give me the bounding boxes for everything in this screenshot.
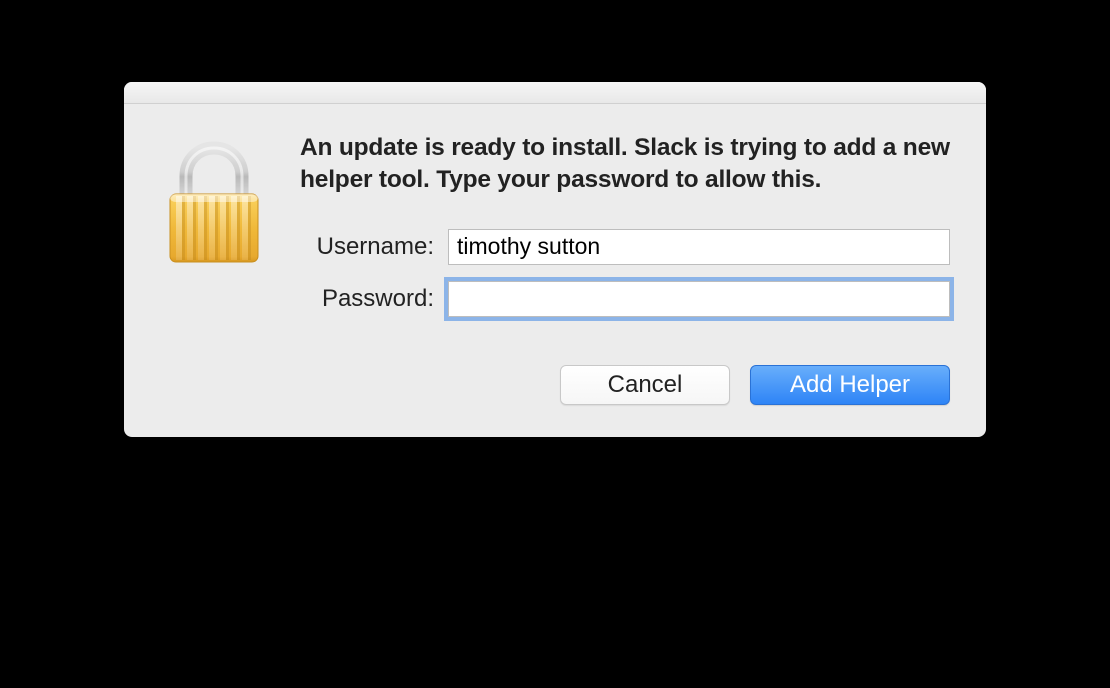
dialog-message: An update is ready to install. Slack is … bbox=[300, 132, 950, 197]
dialog-buttons: Cancel Add Helper bbox=[300, 365, 950, 405]
username-field[interactable] bbox=[448, 229, 950, 265]
username-input-wrapper bbox=[448, 229, 950, 265]
cancel-button[interactable]: Cancel bbox=[560, 365, 730, 405]
username-label: Username: bbox=[300, 233, 448, 261]
password-row: Password: bbox=[300, 281, 950, 317]
password-field[interactable] bbox=[448, 281, 950, 317]
dialog-titlebar bbox=[124, 82, 986, 104]
dialog-body: An update is ready to install. Slack is … bbox=[124, 104, 986, 437]
password-input-wrapper bbox=[448, 281, 950, 317]
add-helper-button[interactable]: Add Helper bbox=[750, 365, 950, 405]
auth-dialog: An update is ready to install. Slack is … bbox=[124, 82, 986, 437]
lock-icon bbox=[160, 138, 268, 266]
username-row: Username: bbox=[300, 229, 950, 265]
password-label: Password: bbox=[300, 285, 448, 313]
dialog-icon-column bbox=[160, 132, 268, 405]
dialog-content: An update is ready to install. Slack is … bbox=[300, 132, 950, 405]
